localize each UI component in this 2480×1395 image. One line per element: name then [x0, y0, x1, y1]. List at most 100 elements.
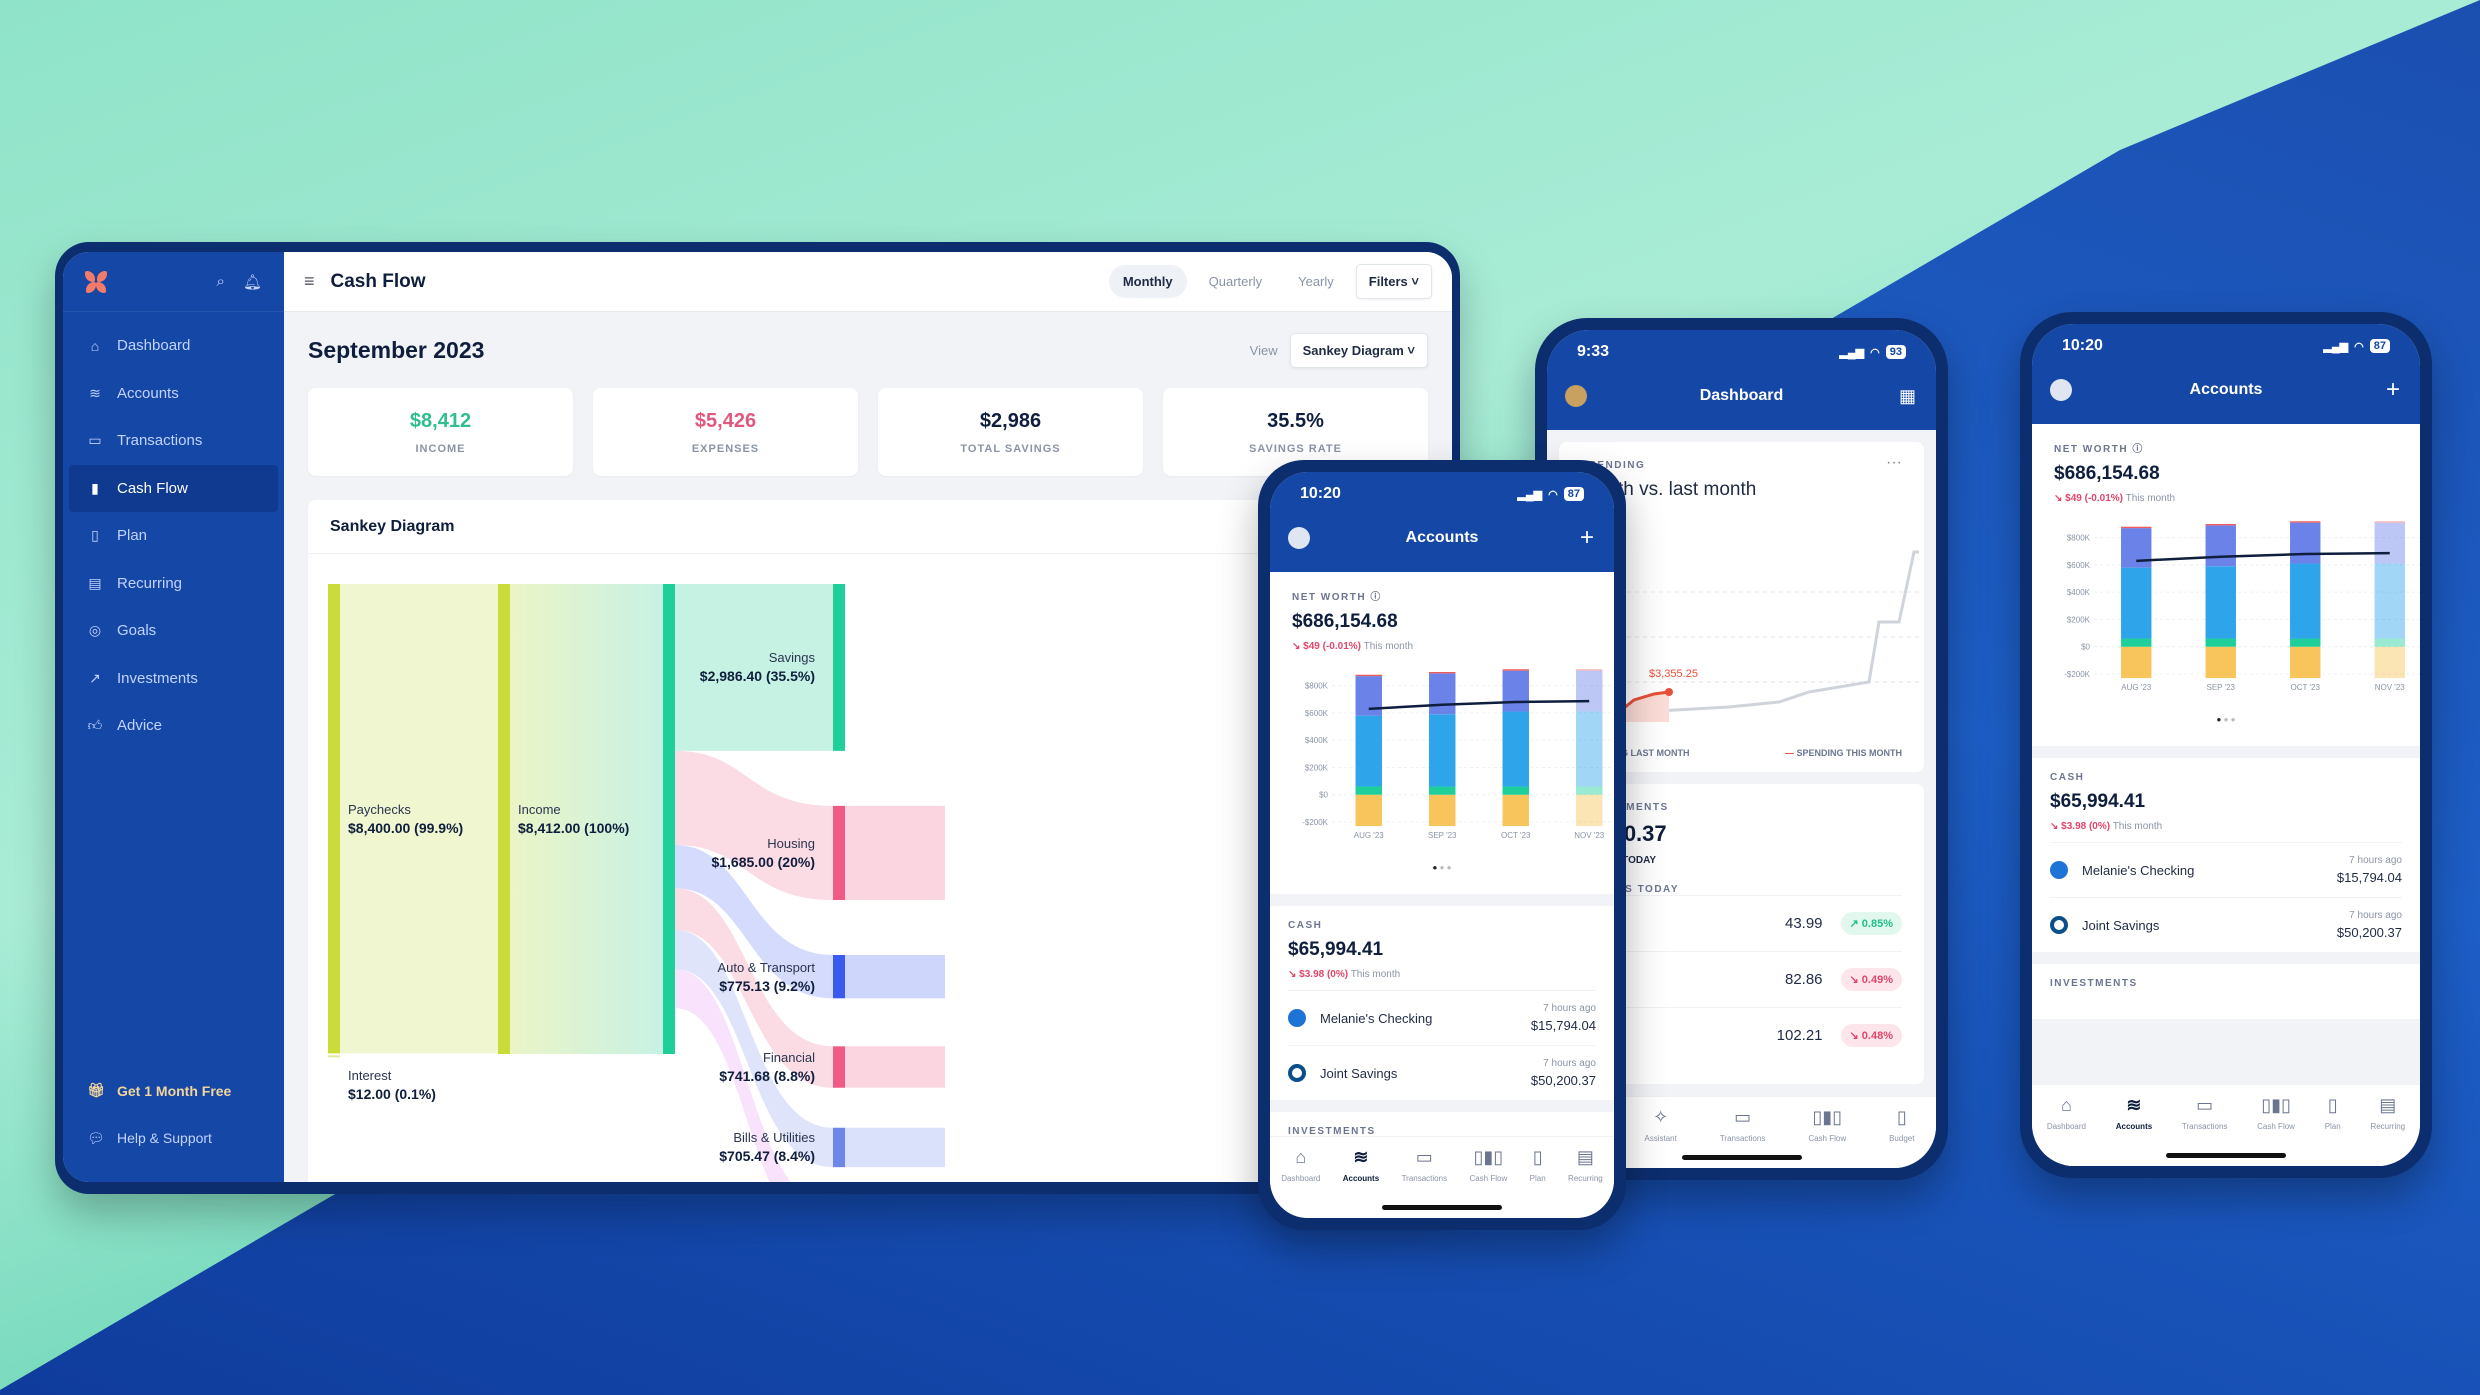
node-income: [498, 584, 510, 1054]
bar-other: [2205, 524, 2236, 526]
bar-real-estate: [1355, 676, 1382, 716]
node-paychecks: [328, 584, 340, 1054]
sidebar-item-investments[interactable]: ↗ Investments: [69, 655, 278, 703]
tab-plan[interactable]: ▯ Plan: [2325, 1095, 2341, 1131]
change-badge: ↗ 0.85%: [1840, 912, 1902, 935]
assistant-icon: ✧: [1653, 1107, 1669, 1127]
mover-row[interactable]: 43.99 ↗ 0.85%: [1581, 895, 1902, 951]
tab-quarterly[interactable]: Quarterly: [1195, 265, 1276, 298]
bar-other: [2121, 526, 2152, 529]
tab-recurring[interactable]: ▤ Recurring: [1568, 1147, 1603, 1183]
tab-cash-flow[interactable]: ▯▮▯ Cash Flow: [2257, 1095, 2295, 1131]
sidebar-item-cash-flow[interactable]: ▮ Cash Flow: [69, 464, 278, 512]
sankey-label-2: Auto & Transport $775.13 (9.2%): [717, 959, 815, 994]
avatar[interactable]: [1288, 527, 1310, 549]
outflow-1: [845, 805, 945, 901]
get-free-month-link[interactable]: 🎁︎ Get 1 Month Free: [69, 1067, 278, 1115]
x-tick-label: OCT '23: [2291, 683, 2321, 692]
filters-button[interactable]: Filters ˅: [1355, 264, 1432, 299]
transactions-icon: ▭: [1415, 1147, 1433, 1167]
home-icon: ⌂: [90, 337, 100, 354]
sankey-title: Sankey Diagram: [330, 517, 455, 535]
bar-liabilities: [2290, 646, 2321, 679]
bar-liabilities: [1355, 794, 1382, 827]
bar-cash: [2205, 638, 2236, 647]
tab-dashboard[interactable]: ⌂ Dashboard: [2047, 1095, 2086, 1131]
tab-assistant[interactable]: ✧ Assistant: [1644, 1107, 1676, 1143]
outflow-2: [845, 955, 945, 999]
sidebar-item-advice[interactable]: 👍︎ Advice: [69, 702, 278, 750]
search-icon[interactable]: ⌕: [217, 273, 225, 291]
menu-icon[interactable]: ≡: [304, 271, 315, 292]
node-savings: [833, 584, 845, 751]
tab-accounts[interactable]: ≋Accounts: [2116, 1095, 2152, 1131]
avatar[interactable]: [1565, 385, 1587, 407]
add-account-button[interactable]: +: [2386, 376, 2400, 404]
tab-recurring[interactable]: ▤ Recurring: [2370, 1095, 2405, 1131]
node-auto-transport: [833, 955, 845, 999]
bar-cash: [2290, 638, 2321, 647]
y-tick-label: $400K: [2067, 588, 2091, 597]
income-card: $8,412 INCOME: [308, 388, 573, 476]
account-row[interactable]: Joint Savings 7 hours ago $50,200.37: [1288, 1045, 1596, 1100]
sidebar-item-recurring[interactable]: ▤ Recurring: [69, 560, 278, 608]
view-select[interactable]: Sankey Diagram ˅: [1289, 332, 1428, 368]
grid-icon[interactable]: ▦: [1899, 386, 1916, 407]
account-row[interactable]: Melanie's Checking 7 hours ago $15,794.04: [2050, 842, 2402, 897]
tab-monthly[interactable]: Monthly: [1108, 265, 1187, 298]
add-account-button[interactable]: +: [1580, 524, 1594, 552]
wifi-icon: ◠: [2354, 340, 2364, 353]
info-icon[interactable]: ⓘ: [1370, 592, 1382, 603]
pager-dots[interactable]: ● ● ●: [1292, 857, 1592, 878]
wifi-icon: ◠: [1870, 346, 1880, 359]
expenses-card: $5,426 EXPENSES: [593, 388, 858, 476]
chase-bank-icon: [1288, 1064, 1306, 1082]
bar-liabilities: [1502, 794, 1529, 827]
tab-transactions[interactable]: ▭ Transactions: [1720, 1107, 1766, 1143]
mover-row[interactable]: 82.86 ↘ 0.49%: [1581, 951, 1902, 1007]
bar-other: [1576, 669, 1603, 671]
tab-plan[interactable]: ▯ Plan: [1530, 1147, 1546, 1183]
pager-dots[interactable]: ● ● ●: [2054, 709, 2398, 730]
tab-accounts[interactable]: ≋Accounts: [1343, 1147, 1379, 1183]
tab-yearly[interactable]: Yearly: [1284, 265, 1348, 298]
tab-cash-flow[interactable]: ▯▮▯ Cash Flow: [1469, 1147, 1507, 1183]
tab-transactions[interactable]: ▭ Transactions: [2182, 1095, 2228, 1131]
avatar[interactable]: [2050, 379, 2072, 401]
sidebar-item-transactions[interactable]: ▭ Transactions: [69, 417, 278, 465]
desktop-frame: ⌕ 🔔︎ ⌂ Dashboard ≋ Accounts ▭ Transactions ▮ Cas…: [55, 242, 1460, 1194]
info-icon[interactable]: ⓘ: [2132, 444, 2144, 455]
x-tick-label: NOV '23: [1574, 831, 1605, 840]
net-worth-chart: $800K $600K $400K $200K $0 -$200K AUG '23 SEP '…: [1302, 669, 1614, 840]
bell-icon[interactable]: 🔔︎: [243, 273, 262, 291]
y-tick-label: $0: [2081, 643, 2090, 652]
credit-card-icon: ▭: [88, 432, 102, 449]
recurring-icon: ▤: [2379, 1095, 2397, 1115]
y-tick-label: $600K: [2067, 561, 2091, 570]
monarch-logo-icon[interactable]: [85, 270, 107, 293]
account-row[interactable]: Joint Savings 7 hours ago $50,200.37: [2050, 897, 2402, 952]
map-icon: ▯: [91, 527, 99, 544]
more-icon[interactable]: ···: [1886, 454, 1902, 472]
net-worth-value: $686,154.68: [1292, 611, 1398, 632]
tab-cash-flow[interactable]: ▯▮▯ Cash Flow: [1808, 1107, 1846, 1143]
sidebar-item-accounts[interactable]: ≋ Accounts: [69, 370, 278, 418]
trending-up-icon: ↗: [89, 669, 101, 686]
bar-investments: [1576, 711, 1603, 787]
bar-real-estate: [1502, 670, 1529, 712]
sidebar-item-dashboard[interactable]: ⌂ Dashboard: [69, 322, 278, 370]
help-support-link[interactable]: 💬︎ Help & Support: [69, 1115, 278, 1163]
tab-transactions[interactable]: ▭ Transactions: [1402, 1147, 1448, 1183]
mover-row[interactable]: 102.21 ↘ 0.48%: [1581, 1007, 1902, 1063]
bar-cash: [1576, 786, 1603, 795]
phone-accounts-front: 10:20 ▂▄▆ ◠ 87 Accounts + NET WORTH ⓘ $686,1…: [1258, 460, 1626, 1230]
sidebar-item-plan[interactable]: ▯ Plan: [69, 512, 278, 560]
tab-budget[interactable]: ▯ Budget: [1889, 1107, 1914, 1143]
account-row[interactable]: Melanie's Checking 7 hours ago $15,794.04: [1288, 990, 1596, 1045]
chase-bank-icon: [2050, 916, 2068, 934]
view-label: View: [1249, 342, 1278, 358]
tab-dashboard[interactable]: ⌂ Dashboard: [1281, 1147, 1320, 1183]
sidebar-item-goals[interactable]: ◎ Goals: [69, 607, 278, 655]
last-month-line: [1638, 550, 1919, 714]
citi-bank-icon: [2050, 861, 2068, 879]
